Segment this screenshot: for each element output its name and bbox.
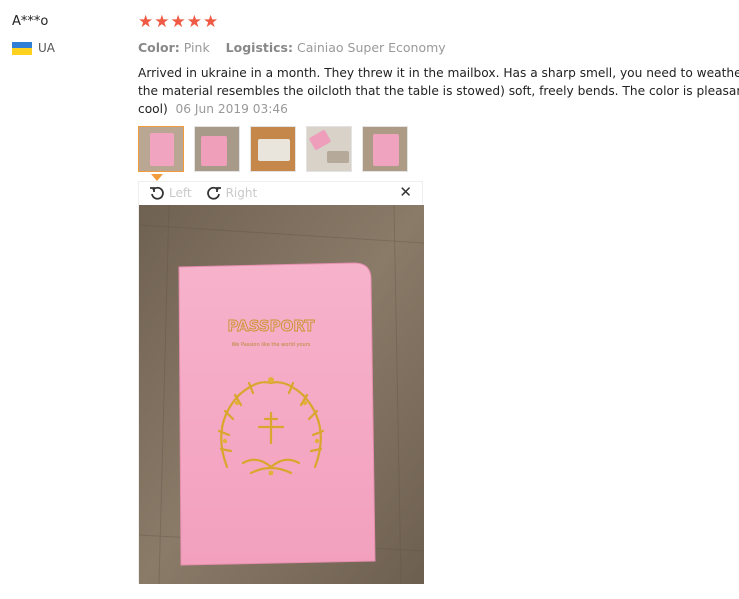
review-date: 06 Jun 2019 03:46: [175, 102, 288, 116]
color-value: Pink: [183, 40, 210, 55]
color-label: Color:: [138, 40, 180, 55]
passport-title-text: PASSPORT: [227, 317, 315, 335]
review-text-line: the material resembles the oilcloth that…: [138, 84, 739, 98]
review-body: ★ ★ ★ ★ ★ Color: Pink Logistics: Cainiao…: [138, 12, 739, 118]
reviewer-name: A***o: [12, 14, 49, 29]
photo-thumbnail[interactable]: [306, 126, 352, 172]
order-meta: Color: Pink Logistics: Cainiao Super Eco…: [138, 40, 739, 55]
ukraine-flag-icon: [12, 41, 32, 55]
rotate-right-label: Right: [225, 186, 258, 200]
reviewer-country: UA: [12, 41, 55, 55]
review-photo: PASSPORT We Passion like the world yours: [139, 205, 424, 584]
logistics-value: Cainiao Super Economy: [296, 40, 446, 55]
photo-thumbnail[interactable]: [250, 126, 296, 172]
close-icon[interactable]: ✕: [399, 185, 412, 200]
review-text-line: cool): [138, 102, 168, 116]
star-icon: ★: [138, 11, 154, 32]
rotate-left-button[interactable]: Left: [149, 185, 192, 201]
rotate-left-label: Left: [169, 186, 192, 200]
photo-thumbnails: [138, 126, 408, 172]
photo-thumbnail[interactable]: [362, 126, 408, 172]
photo-thumbnail[interactable]: [138, 126, 184, 172]
active-thumbnail-pointer: [151, 174, 163, 181]
photo-viewer: Left Right ✕ PASSPORT We Passion like th…: [138, 181, 424, 584]
rotate-left-icon: [150, 186, 164, 200]
viewer-toolbar: Left Right ✕: [139, 182, 422, 204]
star-icon: ★: [203, 11, 219, 32]
star-rating: ★ ★ ★ ★ ★: [138, 12, 739, 32]
passport-subtitle-text: We Passion like the world yours: [232, 342, 311, 348]
logistics-label: Logistics:: [225, 40, 293, 55]
review-text: Arrived in ukraine in a month. They thre…: [138, 64, 739, 118]
rotate-right-icon: [206, 186, 221, 200]
passport-cover-photo: PASSPORT We Passion like the world yours: [139, 205, 424, 584]
country-code: UA: [38, 41, 55, 55]
rotate-right-button[interactable]: Right: [206, 185, 258, 201]
star-icon: ★: [154, 11, 170, 32]
star-icon: ★: [186, 11, 202, 32]
photo-thumbnail[interactable]: [194, 126, 240, 172]
review-text-line: Arrived in ukraine in a month. They thre…: [138, 66, 739, 80]
star-icon: ★: [170, 11, 186, 32]
